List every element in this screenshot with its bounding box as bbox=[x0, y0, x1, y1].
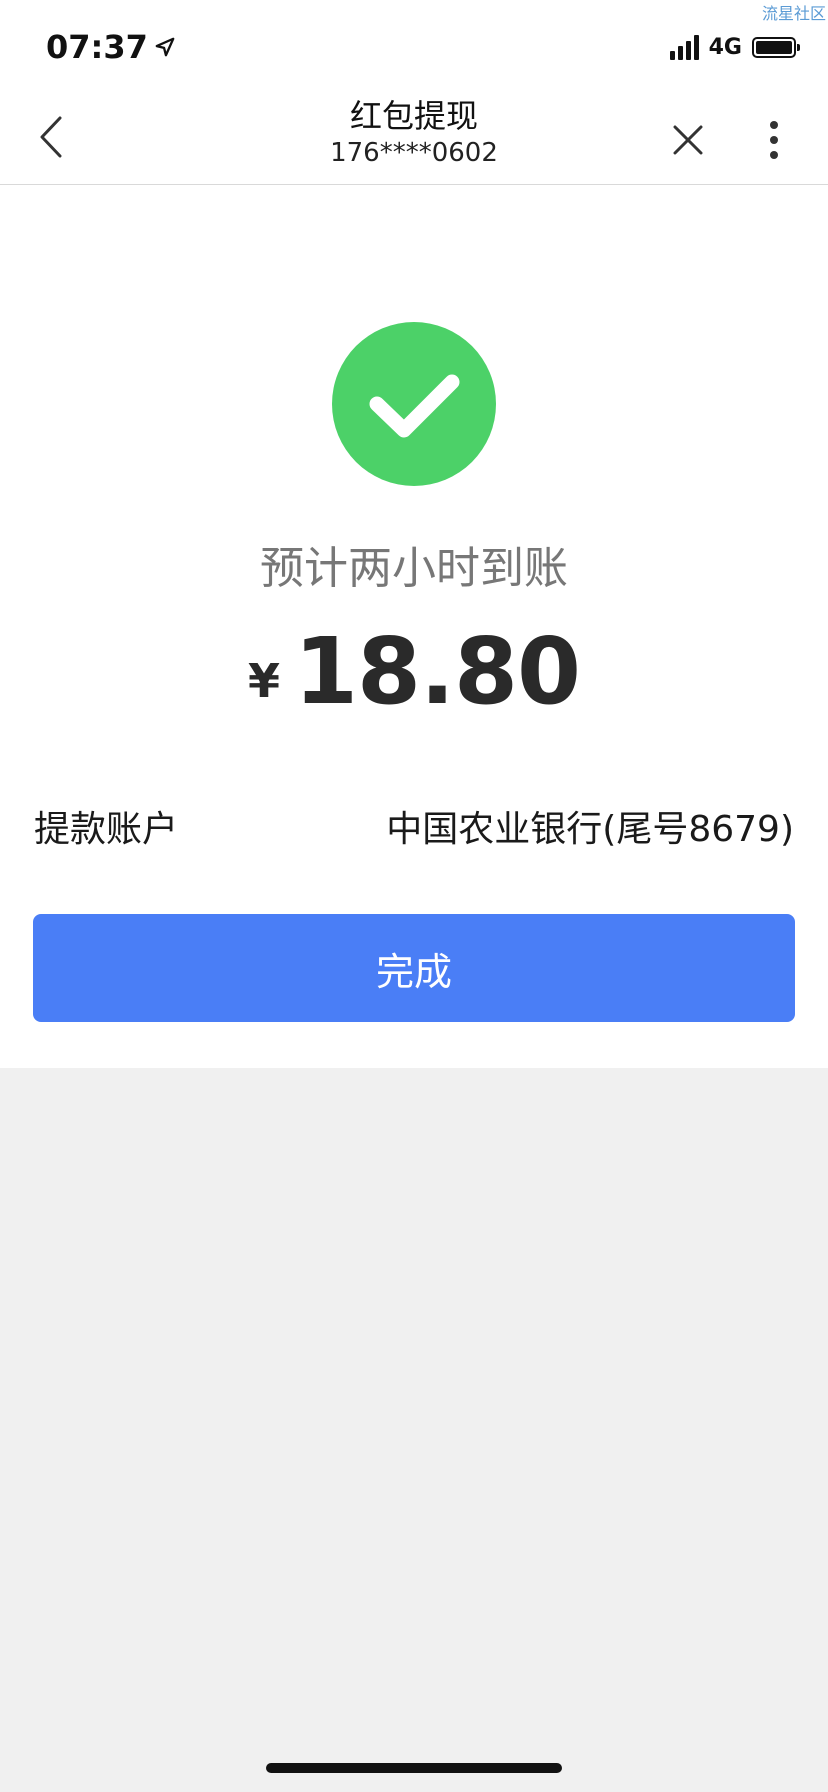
location-arrow-icon bbox=[155, 37, 175, 57]
account-value: 中国农业银行(尾号8679) bbox=[386, 809, 794, 850]
check-circle-icon bbox=[332, 322, 496, 486]
status-indicators: 4G bbox=[669, 34, 800, 60]
more-button[interactable] bbox=[754, 116, 794, 164]
status-time: 07:37 bbox=[46, 28, 176, 66]
withdraw-amount: ¥18.80 bbox=[0, 618, 828, 725]
more-vertical-icon bbox=[770, 121, 778, 159]
done-button[interactable]: 完成 bbox=[33, 914, 795, 1022]
screen: 07:37 流星社区 4G 红包提现 176****0602 预计两小时到账 ¥… bbox=[0, 0, 828, 1792]
watermark: 流星社区 bbox=[761, 4, 826, 23]
battery-icon bbox=[752, 36, 800, 58]
close-button[interactable] bbox=[666, 118, 710, 162]
signal-icon bbox=[669, 34, 699, 60]
content-panel: 07:37 流星社区 4G 红包提现 176****0602 预计两小时到账 ¥… bbox=[0, 0, 828, 1068]
status-bar: 07:37 流星社区 4G bbox=[0, 0, 828, 90]
close-icon bbox=[673, 125, 703, 155]
network-type: 4G bbox=[708, 34, 742, 60]
status-time-text: 07:37 bbox=[46, 28, 148, 66]
home-indicator[interactable] bbox=[266, 1763, 562, 1773]
arrival-hint: 预计两小时到账 bbox=[260, 543, 568, 594]
account-label: 提款账户 bbox=[34, 809, 179, 850]
currency-symbol: ¥ bbox=[247, 654, 280, 708]
amount-value: 18.80 bbox=[294, 618, 581, 725]
nav-bar: 红包提现 176****0602 bbox=[0, 90, 828, 185]
